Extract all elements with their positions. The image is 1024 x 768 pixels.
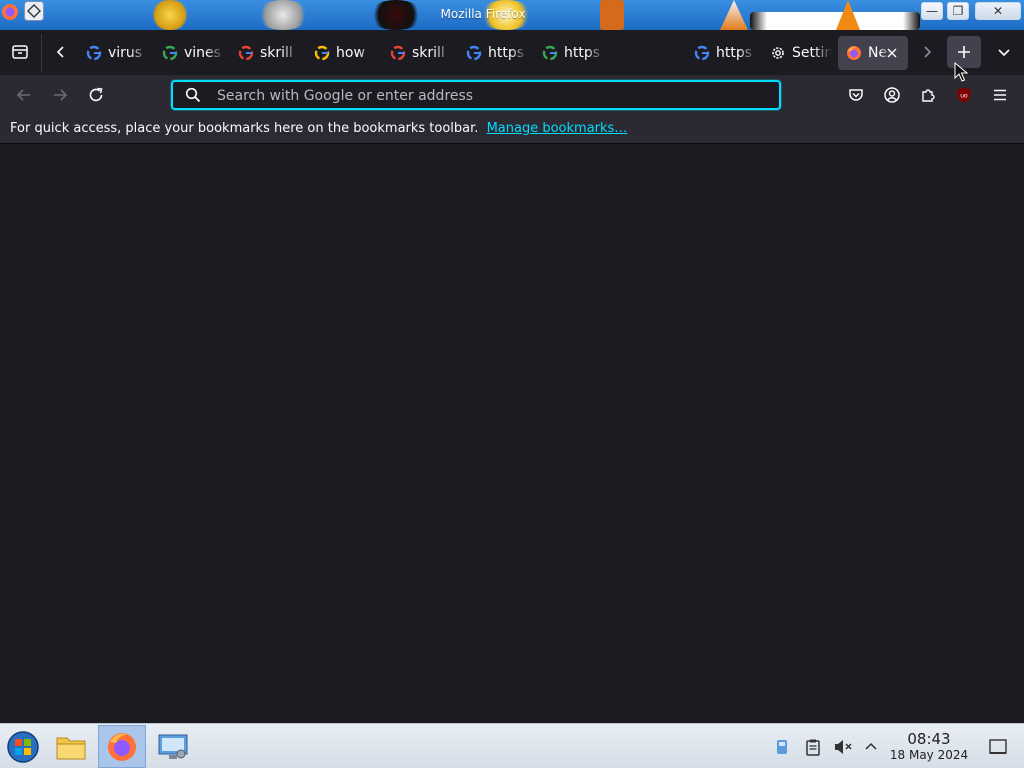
google-icon — [314, 45, 330, 61]
back-button[interactable] — [10, 81, 38, 109]
tray-expand-chevron-up-icon[interactable] — [861, 737, 881, 757]
page-content-area[interactable] — [0, 145, 1024, 723]
svg-text:uo: uo — [960, 93, 968, 100]
show-desktop-icon — [989, 739, 1007, 754]
pocket-icon — [849, 89, 863, 101]
scroll-tabs-right-button[interactable] — [913, 38, 941, 66]
gear-icon — [772, 47, 784, 59]
close-tab-button[interactable] — [884, 45, 900, 61]
ublock-origin-icon: uo — [957, 87, 971, 103]
tab-label: virus — [108, 45, 143, 61]
tab-label: Settings — [792, 45, 832, 61]
tab-label: https — [488, 45, 525, 61]
firefox-view-button[interactable] — [6, 38, 34, 66]
close-icon: ✕ — [992, 4, 1004, 18]
google-icon — [466, 45, 482, 61]
folder-icon — [56, 737, 86, 759]
window-titlebar[interactable]: Mozilla Firefox — ❐ ✕ — [0, 0, 1024, 30]
google-icon — [86, 45, 102, 61]
tab-7[interactable]: https — [534, 36, 604, 70]
navigation-toolbar: uo — [0, 75, 1024, 115]
tab-8[interactable]: https — [686, 36, 756, 70]
chevron-left-icon — [56, 46, 64, 58]
chevron-down-icon — [998, 49, 1010, 57]
taskbar-system-settings[interactable] — [152, 725, 194, 768]
tab-label: https — [564, 45, 601, 61]
google-icon — [694, 45, 710, 61]
bookmarks-toolbar-message: For quick access, place your bookmarks h… — [10, 121, 479, 136]
minimize-window-button[interactable]: — — [921, 2, 943, 20]
hamburger-menu-icon — [994, 89, 1006, 101]
tab-4[interactable]: how — [306, 36, 376, 70]
start-button[interactable] — [2, 725, 44, 768]
clock-date: 18 May 2024 — [889, 748, 969, 762]
tab-6[interactable]: https — [458, 36, 528, 70]
pocket-button[interactable] — [842, 81, 870, 109]
start-orb-icon — [7, 730, 39, 763]
tab-label: skrill — [260, 45, 293, 61]
account-button[interactable] — [878, 81, 906, 109]
close-icon — [887, 48, 897, 58]
scroll-tabs-left-button[interactable] — [47, 38, 75, 66]
arrow-right-icon — [54, 89, 68, 101]
tab-new-tab[interactable]: New Tab — [838, 36, 908, 70]
plus-icon — [958, 46, 970, 58]
close-window-button[interactable]: ✕ — [975, 2, 1021, 20]
puzzle-icon — [922, 89, 935, 102]
arrow-left-icon — [16, 89, 30, 101]
app-menu-button[interactable] — [986, 81, 1014, 109]
google-icon — [162, 45, 178, 61]
search-icon — [185, 87, 201, 103]
google-icon — [390, 45, 406, 61]
tab-strip-divider — [41, 34, 42, 72]
list-all-tabs-button[interactable] — [990, 38, 1018, 66]
clock-time: 08:43 — [907, 730, 951, 748]
tab-strip: virus vines skrill how skrill https http… — [0, 30, 1024, 75]
taskbar: 08:43 18 May 2024 — [0, 723, 1024, 768]
taskbar-clock[interactable]: 08:43 18 May 2024 — [884, 731, 974, 763]
show-desktop-button[interactable] — [988, 737, 1008, 757]
tab-3[interactable]: skrill — [230, 36, 300, 70]
manage-bookmarks-link[interactable]: Manage bookmarks… — [487, 121, 628, 136]
taskbar-file-manager[interactable] — [50, 725, 92, 768]
url-input[interactable] — [217, 85, 767, 107]
google-icon — [542, 45, 558, 61]
tab-label: skrill — [412, 45, 445, 61]
account-icon — [884, 87, 900, 103]
forward-button[interactable] — [46, 81, 74, 109]
ublock-origin-button[interactable]: uo — [950, 81, 978, 109]
minimize-icon: — — [926, 4, 938, 18]
restore-icon: ❐ — [952, 4, 964, 18]
reload-button[interactable] — [82, 81, 110, 109]
restore-window-button[interactable]: ❐ — [947, 2, 969, 20]
monitor-settings-icon — [158, 734, 188, 759]
tray-volume-muted-icon[interactable] — [833, 737, 853, 757]
bookmarks-toolbar: For quick access, place your bookmarks h… — [0, 115, 1024, 144]
tray-network-icon[interactable] — [772, 737, 792, 757]
chevron-right-icon — [924, 46, 932, 58]
firefox-icon — [108, 732, 136, 761]
address-bar[interactable] — [171, 80, 781, 110]
mouse-cursor-icon — [954, 62, 968, 82]
taskbar-firefox[interactable] — [98, 725, 146, 768]
tab-1[interactable]: virus — [78, 36, 148, 70]
tab-label: vines — [184, 45, 221, 61]
tab-5[interactable]: skrill — [382, 36, 452, 70]
tab-2[interactable]: vines — [154, 36, 224, 70]
tab-label: how — [336, 45, 365, 61]
tab-settings[interactable]: Settings — [762, 36, 832, 70]
tray-clipboard-icon[interactable] — [803, 737, 823, 757]
extensions-button[interactable] — [914, 81, 942, 109]
firefox-view-icon — [12, 45, 28, 59]
google-icon — [238, 45, 254, 61]
window-title: Mozilla Firefox — [440, 7, 526, 21]
tab-label: https — [716, 45, 753, 61]
firefox-icon — [847, 46, 861, 60]
reload-icon — [89, 87, 103, 102]
